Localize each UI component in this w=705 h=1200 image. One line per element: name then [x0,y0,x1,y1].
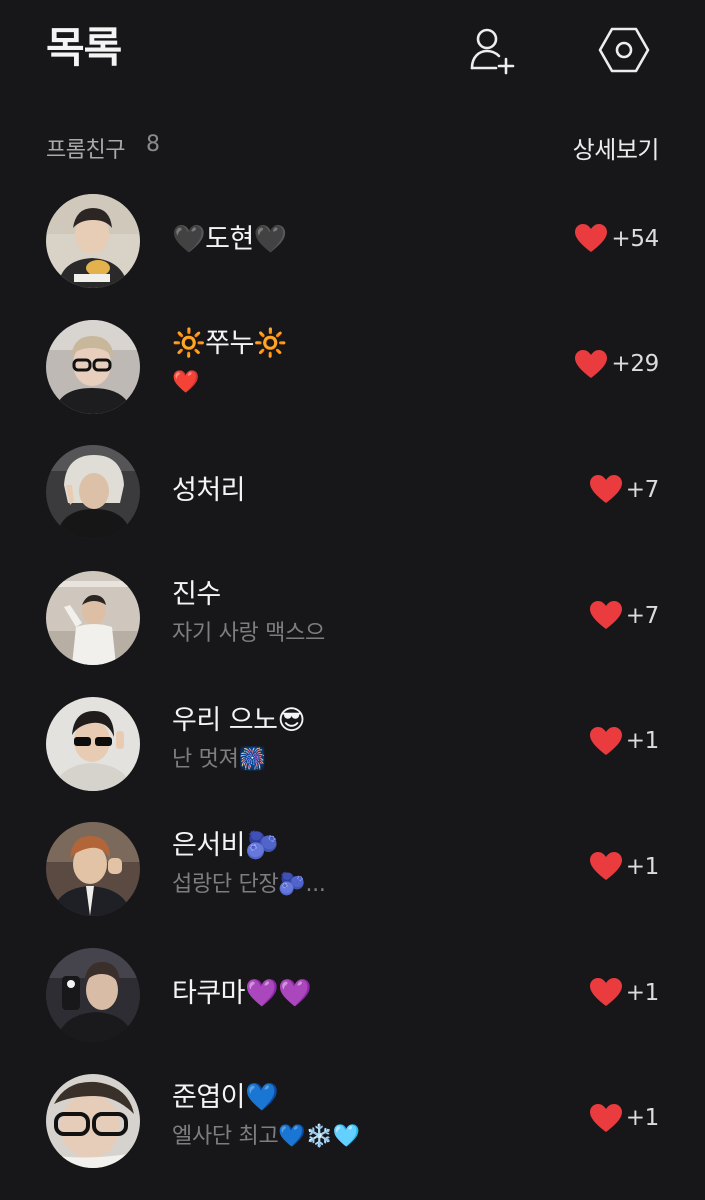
heart-icon [589,475,622,504]
friend-name: 🖤도현🖤 [172,224,287,255]
like-count: +1 [625,1105,660,1132]
avatar[interactable] [46,194,140,288]
settings-icon [598,27,650,73]
like-badge[interactable]: +7 [589,601,660,630]
like-count: +29 [611,351,659,378]
friend-name: 타쿠마💜💜 [172,978,312,1010]
friend-row[interactable]: 🖤도현🖤 +54 [0,178,705,304]
like-count: +7 [625,602,660,629]
friend-texts: 준엽이💙 엘사단 최고💙❄️🩵 [172,1080,572,1154]
avatar[interactable] [46,319,140,414]
friend-row[interactable]: 진수 자기 사랑 맥스으 +7 [0,555,705,681]
heart-icon [589,726,622,755]
heart-icon [575,349,608,378]
friend-status: 엘사단 최고💙❄️🩵 [172,1123,360,1149]
friend-row[interactable]: 성처리 +7 [0,429,705,555]
friend-texts: 성처리 [172,473,572,509]
like-badge[interactable]: +1 [589,726,660,756]
friend-row[interactable]: 준엽이💙 엘사단 최고💙❄️🩵 +1 [0,1058,705,1184]
add-friend-button[interactable] [464,22,520,78]
like-badge[interactable]: +1 [589,978,660,1007]
friend-status: 난 멋져🎆 [172,746,266,772]
heart-icon [589,852,622,881]
like-badge[interactable]: +7 [589,475,660,504]
like-count: +1 [625,853,660,880]
avatar[interactable] [46,948,140,1043]
view-details-link[interactable]: 상세보기 [573,130,660,165]
like-count: +1 [625,979,660,1006]
friend-name: 우리 으노😎 [172,704,306,736]
friend-name: 진수 [172,579,221,611]
friend-status: ❤️ [172,369,200,395]
heart-icon [575,224,608,252]
avatar[interactable] [46,822,140,917]
heart-icon [589,601,622,630]
like-count: +1 [625,728,660,755]
like-badge[interactable]: +54 [575,224,659,253]
friend-row[interactable]: 🔆쭈누🔆 ❤️ +29 [0,304,705,430]
friend-row[interactable]: 우리 으노😎 난 멋져🎆 +1 [0,681,705,807]
like-badge[interactable]: +29 [575,349,659,379]
friend-list: 🖤도현🖤 +54 🔆쭈누🔆 ❤️ +29 성처리 +7 진수 자기 사랑 맥스으… [0,178,705,1184]
page-title: 목록 [46,23,122,72]
top-bar: 목록 [0,0,705,110]
avatar[interactable] [46,571,140,666]
friend-name: 준엽이💙 [172,1081,279,1113]
friend-row[interactable]: 은서비🫐 섭랑단 단장🫐... +1 [0,806,705,932]
friend-status: 섭랑단 단장🫐... [172,872,326,898]
friend-row[interactable]: 타쿠마💜💜 +1 [0,932,705,1058]
friend-texts: 타쿠마💜💜 [172,976,572,1012]
friend-name: 성처리 [172,475,246,507]
avatar[interactable] [46,445,140,540]
section-label: 프롬친구 [46,138,125,163]
friend-texts: 🔆쭈누🔆 ❤️ [172,326,572,400]
friend-texts: 우리 으노😎 난 멋져🎆 [172,703,572,777]
avatar[interactable] [46,696,140,791]
settings-button[interactable] [596,22,652,78]
add-friend-icon [470,28,515,75]
like-count: +54 [611,225,659,252]
avatar[interactable] [46,1073,140,1168]
friend-texts: 진수 자기 사랑 맥스으 [172,577,572,651]
friend-name: 은서비🫐 [172,830,279,862]
friend-texts: 은서비🫐 섭랑단 단장🫐... [172,828,572,902]
like-badge[interactable]: +1 [589,1103,660,1133]
like-count: +7 [625,476,660,503]
heart-icon [589,978,622,1007]
friend-status: 자기 사랑 맥스으 [172,621,325,647]
friend-count: 8 [146,132,160,157]
like-badge[interactable]: +1 [589,852,660,881]
heart-icon [589,1103,622,1132]
friend-texts: 🖤도현🖤 [172,222,572,258]
friends-section-header: 프롬친구 8 상세보기 [0,126,705,166]
friend-name: 🔆쭈누🔆 [172,327,287,359]
